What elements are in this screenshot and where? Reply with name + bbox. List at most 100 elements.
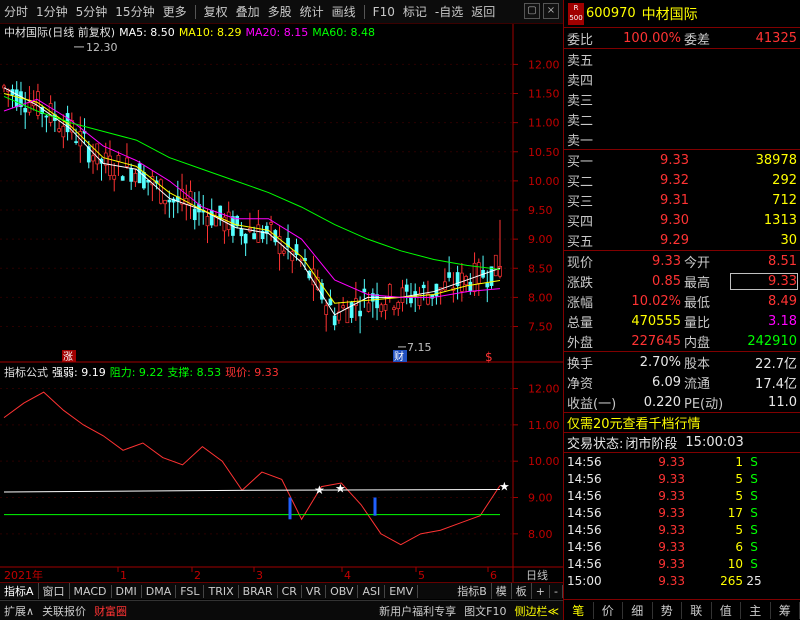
indicator-name[interactable]: 指标公式 [4,366,48,379]
tick-side: S [750,454,758,469]
candle-body [375,294,379,309]
toolbar-button-0[interactable]: 分时 [0,3,32,20]
indicator-tab-7[interactable]: BRAR [239,584,278,598]
y-tick-label: 10.50 [528,146,560,159]
buy-level-3[interactable]: 买四 9.30 1313 [564,210,800,230]
buy-level-volume: 1313 [763,212,797,228]
candle-body [74,141,78,143]
buy-level-volume: 292 [772,172,797,188]
indicator-tab-9[interactable]: VR [302,584,327,598]
indicator-tab-10[interactable]: OBV [326,584,359,598]
indicator-tab-15[interactable]: 板 [512,583,532,599]
promo-row[interactable]: 仅需20元查看千档行情 [564,412,800,432]
right-tab-7[interactable]: 筹 [771,601,800,619]
right-tab-5[interactable]: 值 [712,601,741,619]
quote-value: 242910 [747,333,797,349]
toolbar-button-12[interactable]: -自选 [431,3,467,20]
sell-level-0[interactable]: 卖五 [564,49,800,69]
tick-side: S [750,471,758,486]
tick-row: 15:00 9.33 265 25 [564,572,800,589]
tick-time: 14:56 [567,488,602,503]
toolbar-button-2[interactable]: 5分钟 [72,3,112,20]
x-axis-period-label: 日线 [526,568,548,582]
ma-label-0: MA5: 8.50 [119,26,175,39]
tick-list[interactable]: 14:56 9.33 1 S 14:56 9.33 5 S 14:56 9.33 5 S 14:56 9.… [564,452,800,589]
quote-value: 9.33 [730,272,798,290]
indicator-tab-11[interactable]: ASI [358,584,386,598]
toolbar-button-3[interactable]: 15分钟 [111,3,158,20]
candle-body [400,287,405,303]
indicator-tab-4[interactable]: DMA [142,584,177,598]
toolbar-button-8[interactable]: 统计 [296,3,328,20]
indicator-tab-3[interactable]: DMI [112,584,142,598]
chart-area[interactable]: 12.00 11.50 11.00 10.50 10.00 9.50 9.00 8.50 8.0… [0,24,563,582]
sell-level-3[interactable]: 卖二 [564,109,800,129]
indicator-tab-12[interactable]: EMV [385,584,419,598]
candle-body [205,216,210,227]
toolbar-button-11[interactable]: 标记 [399,3,431,20]
status-bar: 扩展∧ 关联报价 财富圈 新用户福利专享 图文F10 侧边栏≪ [0,600,563,620]
sell-level-4[interactable]: 卖一 [564,129,800,149]
toolbar-button-9[interactable]: 画线 [328,3,360,20]
stock-name[interactable]: 中材国际 [642,4,698,24]
right-tab-3[interactable]: 势 [653,601,682,619]
right-tab-4[interactable]: 联 [682,601,712,619]
indicator-tab-13[interactable]: 指标B [453,583,492,599]
status-right-2[interactable]: 侧边栏≪ [510,603,563,619]
toolbar-button-7[interactable]: 多股 [264,3,296,20]
indicator-tab-6[interactable]: TRIX [204,584,239,598]
candle-body [447,272,451,278]
toolbar-button-5[interactable]: 复权 [200,3,232,20]
promo-text[interactable]: 仅需20元查看千档行情 [567,413,701,432]
candle-body [95,143,100,165]
candle-body [120,176,125,181]
status-right-0[interactable]: 新用户福利专享 [375,603,460,619]
y-tick-label: 8.50 [528,262,553,275]
x-tick-label: 5 [418,569,425,582]
indicator-tab-0[interactable]: 指标A [0,583,39,599]
buy-level-2[interactable]: 买三 9.31 712 [564,190,800,210]
quote-label: 内盘 [684,335,711,351]
candle-body [91,155,95,162]
buy-level-1[interactable]: 买二 9.32 292 [564,170,800,190]
restore-icon[interactable]: ▢ [524,3,540,19]
signal-star-icon: ★ [314,483,325,497]
close-icon[interactable]: × [543,3,559,19]
status-left-2[interactable]: 财富圈 [90,603,131,619]
ma-line-MA5 [3,87,501,316]
status-left-0[interactable]: 扩展∧ [0,603,38,619]
right-tab-0[interactable]: 笔 [564,601,594,619]
quote-value: 227645 [631,333,681,349]
weibi-row: 委比 100.00% 委差 41325 [564,28,800,48]
status-left-1[interactable]: 关联报价 [38,603,90,619]
sell-level-2[interactable]: 卖三 [564,89,800,109]
buy-level-4[interactable]: 买五 9.29 30 [564,230,800,250]
toolbar-button-10[interactable]: F10 [369,5,399,19]
sell-level-1[interactable]: 卖四 [564,69,800,89]
quote-label: 最高 [684,275,711,291]
candle-body [61,125,66,138]
toolbar-button-1[interactable]: 1分钟 [32,3,72,20]
toolbar-button-6[interactable]: 叠加 [232,3,264,20]
indicator-tab-2[interactable]: MACD [70,584,112,598]
indicator-tab-1[interactable]: 窗口 [39,583,70,599]
candle-body [269,222,273,225]
ma-label-1: MA10: 8.29 [178,26,242,39]
event-marker-dollar: $ [485,350,493,364]
indicator-tab-16[interactable]: + [532,584,551,598]
right-tab-1[interactable]: 价 [594,601,623,619]
indicator-tab-14[interactable]: 模 [492,583,512,599]
indicator-tab-8[interactable]: CR [278,584,302,598]
status-right-1[interactable]: 图文F10 [460,603,510,619]
right-tab-2[interactable]: 细 [623,601,653,619]
toolbar-button-4[interactable]: 更多 [159,3,191,20]
indicator-tab-5[interactable]: FSL [176,584,205,598]
toolbar-button-13[interactable]: 返回 [467,3,499,20]
candle-body [23,107,28,113]
right-tab-6[interactable]: 主 [741,601,771,619]
stock-code[interactable]: 600970 [586,6,636,21]
buy-level-0[interactable]: 买一 9.33 38978 [564,150,800,170]
x-tick-label: 1 [120,569,127,582]
indicator-tab-17[interactable]: - [550,584,563,598]
tick-price: 9.33 [658,454,685,469]
